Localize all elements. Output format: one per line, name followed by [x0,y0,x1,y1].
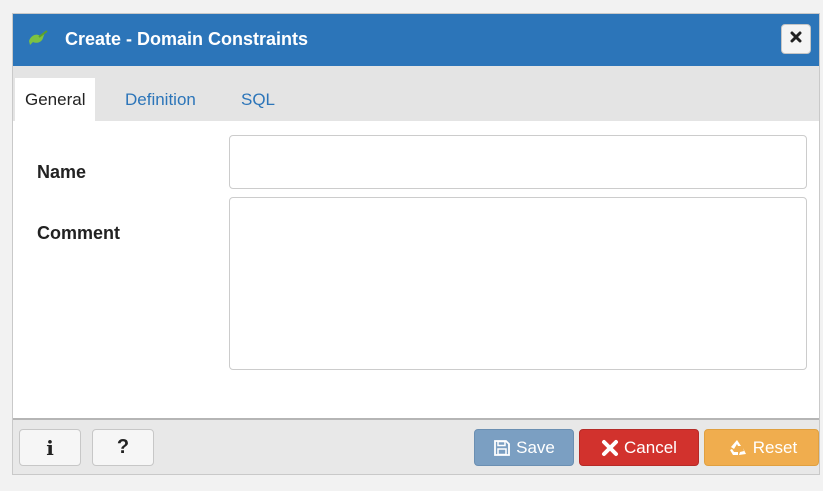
tab-sql[interactable]: SQL [231,78,285,121]
close-button[interactable] [781,24,811,54]
info-button[interactable]: i [19,429,81,466]
cancel-button[interactable]: Cancel [579,429,699,466]
save-label: Save [516,437,555,457]
reset-button[interactable]: Reset [704,429,819,466]
tab-general[interactable]: General [15,78,96,121]
create-domain-constraints-dialog: Create - Domain Constraints General Defi… [12,13,820,475]
help-button[interactable]: ? [92,429,154,466]
x-icon [601,439,619,457]
close-icon [790,30,802,48]
dialog-title: Create - Domain Constraints [65,29,309,49]
tab-bar: General Definition SQL [13,66,819,121]
elephant-logo-icon [27,29,49,49]
name-label: Name [37,162,87,182]
floppy-disk-icon [493,439,511,457]
tab-definition[interactable]: Definition [115,78,206,121]
recycle-icon [726,438,748,458]
cancel-label: Cancel [624,437,677,457]
comment-textarea[interactable] [229,197,807,370]
dialog-footer: i ? Save Cancel Reset [13,418,819,474]
dialog-titlebar[interactable]: Create - Domain Constraints [13,14,819,66]
info-icon: i [46,435,54,460]
save-button[interactable]: Save [474,429,574,466]
name-input[interactable] [229,135,807,189]
reset-label: Reset [752,437,798,457]
help-icon: ? [116,436,130,458]
comment-label: Comment [37,223,121,243]
